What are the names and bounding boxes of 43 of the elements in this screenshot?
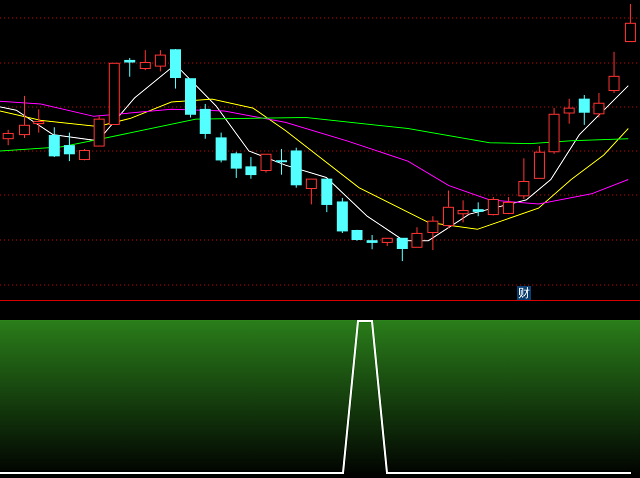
candlestick [411,226,422,248]
candlestick [502,196,514,215]
candlestick [564,98,575,124]
candlestick [382,238,393,247]
candlestick [216,132,227,163]
candlestick [548,108,560,154]
candlestick [442,190,454,229]
candlestick [290,147,302,188]
candlestick [427,216,438,251]
candlestick [48,126,60,158]
candlestick [260,154,272,174]
candlestick [245,156,256,180]
candlestick [78,148,90,161]
candlestick [124,57,136,78]
candlestick [336,197,348,234]
candlestick [33,108,44,134]
candlestick [2,129,14,146]
candlestick [396,238,408,262]
candlestick [276,148,288,176]
candlestick [366,234,378,250]
candlestick [200,104,211,140]
candlestick [140,50,151,71]
candlestick [624,4,636,42]
candlestick [488,196,499,216]
candlestick [306,178,317,205]
candlestick [472,202,484,217]
candlestick [170,48,181,90]
finance-badge: 财 [517,286,531,300]
candlestick [458,200,469,223]
candlestick [578,94,590,126]
candlestick [593,92,604,118]
candlestick [18,95,30,138]
candlestick [352,229,362,242]
candlestick [154,50,166,72]
candlestick [321,178,332,213]
candlestick [108,62,120,125]
candlestick [185,78,196,118]
candlestick [94,116,105,147]
candlestick [64,132,75,162]
candlestick [230,151,242,178]
candlestick [518,158,530,200]
candlestick [608,51,620,94]
candlestick [534,146,545,179]
